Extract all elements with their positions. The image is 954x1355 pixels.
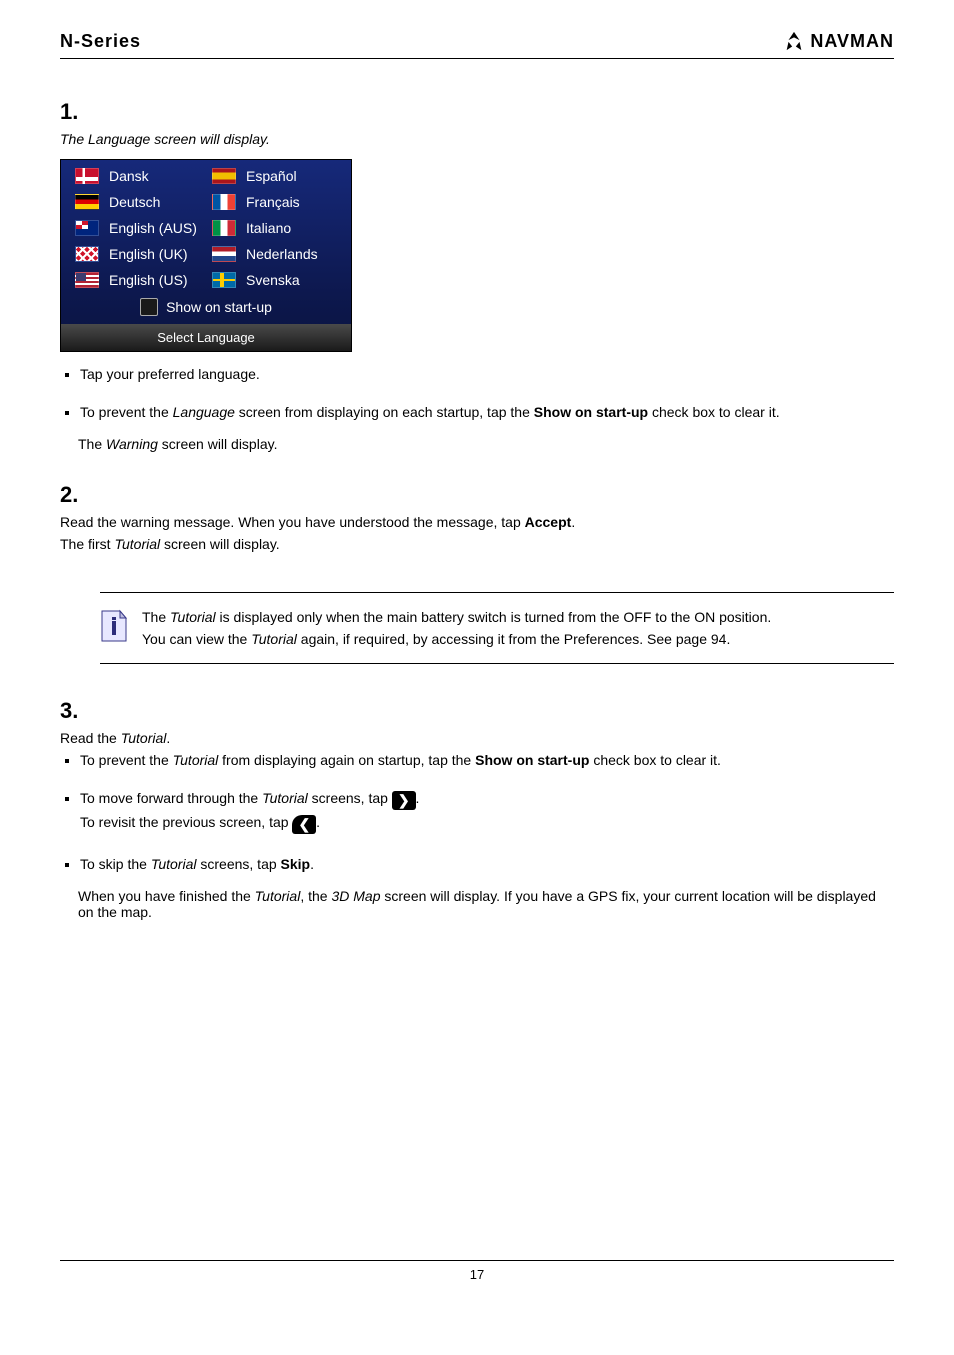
checkbox-icon <box>140 298 158 316</box>
page-number: 17 <box>470 1267 484 1282</box>
flag-au-icon <box>75 220 99 236</box>
forward-arrow-icon: ❯ <box>392 791 416 810</box>
tip-line-2: You can view the Tutorial again, if requ… <box>142 631 894 647</box>
brand-logo-icon <box>783 30 805 52</box>
lang-italiano[interactable]: Italiano <box>212 220 337 236</box>
step-1-bullet-2: To prevent the Language screen from disp… <box>80 404 894 420</box>
step-3-bullet-3: To skip the Tutorial screens, tap Skip. <box>80 856 894 872</box>
step-2-body: Read the warning message. When you have … <box>60 514 894 552</box>
back-arrow-icon: ❮ <box>292 815 316 834</box>
step-3-bullet-1: To prevent the Tutorial from displaying … <box>80 752 894 768</box>
flag-de-icon <box>75 194 99 210</box>
lang-english-us[interactable]: English (US) <box>75 272 200 288</box>
flag-it-icon <box>212 220 236 236</box>
brand-name: NAVMAN <box>810 31 894 52</box>
flag-uk-icon <box>75 246 99 262</box>
lang-deutsch[interactable]: Deutsch <box>75 194 200 210</box>
tip-callout: The Tutorial is displayed only when the … <box>100 592 894 664</box>
tip-line-1: The Tutorial is displayed only when the … <box>142 609 894 625</box>
step-3-result: When you have finished the Tutorial, the… <box>78 888 894 920</box>
page-header: N-Series NAVMAN <box>60 30 894 59</box>
step-3: 3. Read the Tutorial. To prevent the Tut… <box>60 698 894 920</box>
step-1-bullets: Tap your preferred language. To prevent … <box>62 366 894 420</box>
step-1-bullet-1: Tap your preferred language. <box>80 366 894 382</box>
lang-nederlands[interactable]: Nederlands <box>212 246 337 262</box>
header-series: N-Series <box>60 31 141 52</box>
lang-francais[interactable]: Français <box>212 194 337 210</box>
lang-english-aus[interactable]: English (AUS) <box>75 220 200 236</box>
page-footer: 17 <box>60 1260 894 1282</box>
lang-dansk[interactable]: Dansk <box>75 168 200 184</box>
language-panel: Dansk Español Deutsch Français English (… <box>60 159 352 352</box>
flag-es-icon <box>212 168 236 184</box>
step-3-number: 3. <box>60 698 894 724</box>
show-on-startup[interactable]: Show on start-up <box>61 292 351 324</box>
step-1: 1. The Language screen will display. Dan… <box>60 99 894 452</box>
flag-nl-icon <box>212 246 236 262</box>
step-1-result: The Warning screen will display. <box>78 436 894 452</box>
flag-us-icon <box>75 272 99 288</box>
lang-espanol[interactable]: Español <box>212 168 337 184</box>
step-3-bullets: To prevent the Tutorial from displaying … <box>62 752 894 872</box>
step-2: 2. Read the warning message. When you ha… <box>60 482 894 552</box>
step-3-bullet-2: To move forward through the Tutorial scr… <box>80 790 894 834</box>
step-2-number: 2. <box>60 482 894 508</box>
lang-english-uk[interactable]: English (UK) <box>75 246 200 262</box>
flag-dk-icon <box>75 168 99 184</box>
select-language-bar: Select Language <box>61 324 351 351</box>
flag-fr-icon <box>212 194 236 210</box>
flag-se-icon <box>212 272 236 288</box>
tip-note-icon <box>100 609 128 643</box>
lang-svenska[interactable]: Svenska <box>212 272 337 288</box>
step-3-intro: Read the Tutorial. <box>60 730 894 746</box>
step-1-title: The Language screen will display. <box>60 131 894 147</box>
header-brand: NAVMAN <box>783 30 894 52</box>
step-1-number: 1. <box>60 99 894 125</box>
